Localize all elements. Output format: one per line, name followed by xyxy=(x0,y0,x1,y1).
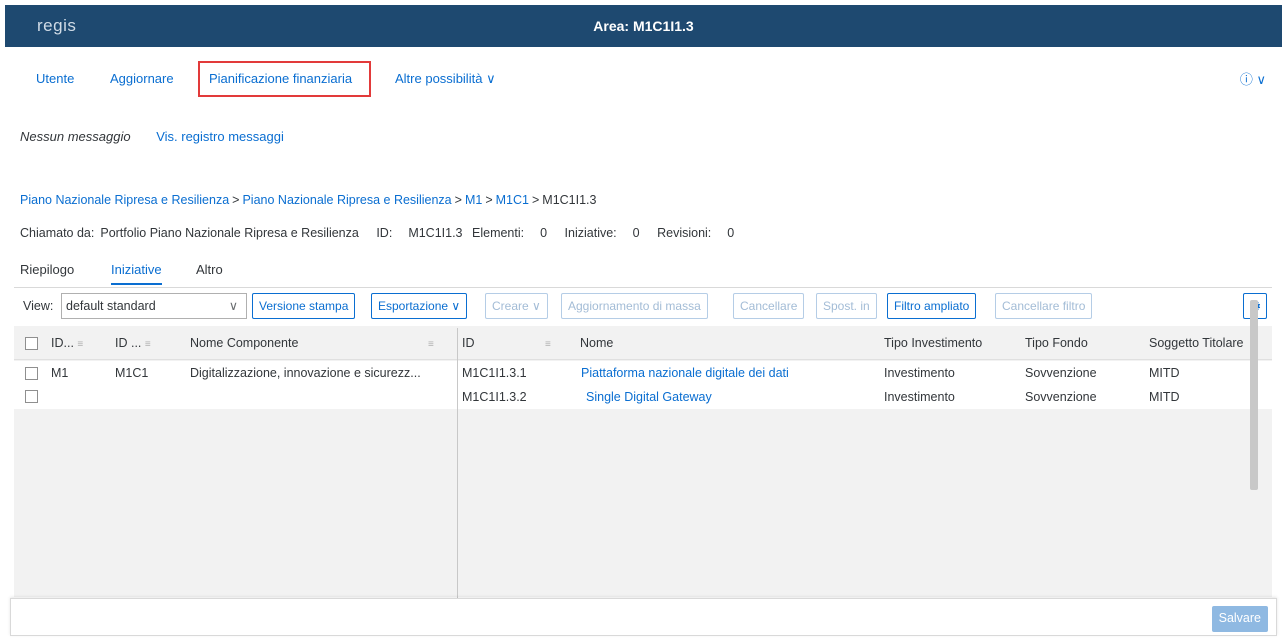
message-log-link[interactable]: Vis. registro messaggi xyxy=(156,129,284,144)
breadcrumb-item[interactable]: M1C1 xyxy=(496,193,529,207)
pane-splitter[interactable] xyxy=(457,328,458,598)
col-header-tipo-investimento[interactable]: Tipo Investimento xyxy=(884,336,982,350)
cell-id-2: M1C1 xyxy=(115,366,149,380)
sort-icon: ≡ xyxy=(545,339,551,350)
chevron-down-icon: ∨ xyxy=(1256,72,1266,87)
creare-label: Creare xyxy=(492,299,529,313)
col-header-id[interactable]: ID xyxy=(462,336,475,350)
tab-altro[interactable]: Altro xyxy=(196,262,223,277)
cell-tipo-fondo: Sovvenzione xyxy=(1025,366,1097,380)
col-header-nome-componente[interactable]: Nome Componente xyxy=(190,336,298,350)
view-label: View: xyxy=(23,299,54,313)
cancellare-button[interactable]: Cancellare xyxy=(733,293,805,319)
aggiornamento-di-massa-button[interactable]: Aggiornamento di massa xyxy=(561,293,708,319)
row-checkbox[interactable] xyxy=(25,367,38,380)
save-button[interactable]: Salvare xyxy=(1211,606,1268,632)
footer-bar: Salvare xyxy=(10,598,1277,636)
chevron-down-icon: ∨ xyxy=(451,299,461,313)
table-row[interactable]: M1 M1C1 Digitalizzazione, innovazione e … xyxy=(14,361,1272,385)
app-toolbar: Utente Aggiornare Pianificazione finanzi… xyxy=(5,47,1282,109)
aggiornare-button[interactable]: Aggiornare xyxy=(110,71,174,86)
pianificazione-finanziaria-button[interactable]: Pianificazione finanziaria xyxy=(209,71,352,86)
id-label: ID: xyxy=(376,226,393,240)
vertical-scrollbar[interactable] xyxy=(1250,300,1258,490)
select-all-checkbox[interactable] xyxy=(25,337,38,350)
esportazione-button[interactable]: Esportazione ∨ xyxy=(371,293,468,319)
initiatives-panel: View: default standard ∨ Versione stampa… xyxy=(14,287,1272,598)
cell-tipo-fondo: Sovvenzione xyxy=(1025,390,1097,404)
revisions-value: 0 xyxy=(727,226,735,240)
row-checkbox[interactable] xyxy=(25,390,38,403)
altre-possibilita-label: Altre possibilità xyxy=(395,71,483,86)
sort-icon: ≡ xyxy=(144,339,151,350)
elements-label: Elementi: xyxy=(472,226,525,240)
called-by-value: Portfolio Piano Nazionale Ripresa e Resi… xyxy=(100,226,359,240)
message-bar: Nessun messaggio Vis. registro messaggi xyxy=(20,129,284,144)
breadcrumb-item[interactable]: Piano Nazionale Ripresa e Resilienza xyxy=(20,193,229,207)
chevron-down-icon: ∨ xyxy=(228,299,238,313)
shell-bar: regis Area: M1C1I1.3 xyxy=(5,5,1282,47)
cell-tipo-investimento: Investimento xyxy=(884,390,955,404)
col-header-label: ID ... xyxy=(115,336,142,350)
utente-menu[interactable]: Utente xyxy=(36,71,74,86)
initiatives-value: 0 xyxy=(632,226,640,240)
table-header: ID... ≡ ID ... ≡ Nome Componente ≡ ID ≡ … xyxy=(14,328,1272,360)
elements-value: 0 xyxy=(540,226,548,240)
tab-riepilogo[interactable]: Riepilogo xyxy=(20,262,74,277)
cell-id-1: M1 xyxy=(51,366,69,380)
sort-icon: ≡ xyxy=(77,339,84,350)
col-header-label: ID... xyxy=(51,336,74,350)
help-menu[interactable]: ⓘ ∨ xyxy=(1240,69,1266,88)
cell-nome-link[interactable]: Single Digital Gateway xyxy=(586,390,712,404)
chevron-down-icon: ∨ xyxy=(532,299,541,313)
help-icon: ⓘ xyxy=(1239,72,1253,87)
breadcrumb-item[interactable]: Piano Nazionale Ripresa e Resilienza xyxy=(242,193,451,207)
chevron-down-icon: ∨ xyxy=(486,71,496,86)
filtro-ampliato-button[interactable]: Filtro ampliato xyxy=(887,293,977,319)
cell-soggetto-titolare: MITD xyxy=(1149,366,1180,380)
breadcrumb: Piano Nazionale Ripresa e Resilienza > Pia… xyxy=(20,193,597,207)
col-header-soggetto-titolare[interactable]: Soggetto Titolare xyxy=(1149,336,1244,350)
cell-id: M1C1I1.3.1 xyxy=(462,366,527,380)
esportazione-label: Esportazione xyxy=(378,299,449,313)
cell-nome-link[interactable]: Piattaforma nazionale digitale dei dati xyxy=(581,366,789,380)
tab-iniziative[interactable]: Iniziative xyxy=(111,262,162,285)
col-header-tipo-fondo[interactable]: Tipo Fondo xyxy=(1025,336,1088,350)
sort-icon: ≡ xyxy=(428,339,434,350)
object-info: Chiamato da: Portfolio Piano Nazionale Ri… xyxy=(20,226,748,240)
versione-stampa-button[interactable]: Versione stampa xyxy=(252,293,356,319)
creare-button[interactable]: Creare ∨ xyxy=(485,293,548,319)
col-header-nome[interactable]: Nome xyxy=(580,336,613,350)
cell-nome-componente: Digitalizzazione, innovazione e sicurezz… xyxy=(190,366,421,380)
breadcrumb-item[interactable]: M1 xyxy=(465,193,482,207)
revisions-label: Revisioni: xyxy=(657,226,712,240)
initiatives-label: Iniziative: xyxy=(564,226,617,240)
table-row[interactable]: M1C1I1.3.2 Single Digital Gateway Invest… xyxy=(14,385,1272,409)
no-messages-text: Nessun messaggio xyxy=(20,129,131,144)
altre-possibilita-menu[interactable]: Altre possibilità ∨ xyxy=(395,71,496,87)
table-toolbar: View: default standard ∨ Versione stampa… xyxy=(14,288,1272,326)
view-select[interactable]: default standard ∨ xyxy=(61,293,247,319)
cancellare-filtro-button[interactable]: Cancellare filtro xyxy=(995,293,1093,319)
id-value: M1C1I1.3 xyxy=(408,226,463,240)
sposta-in-button[interactable]: Spost. in xyxy=(816,293,877,319)
cell-tipo-investimento: Investimento xyxy=(884,366,955,380)
breadcrumb-current: M1C1I1.3 xyxy=(542,193,597,207)
cell-soggetto-titolare: MITD xyxy=(1149,390,1180,404)
col-header-id-2[interactable]: ID ... ≡ xyxy=(115,336,151,350)
view-select-value: default standard xyxy=(66,299,156,313)
page-title: Area: M1C1I1.3 xyxy=(593,18,694,34)
col-header-id-1[interactable]: ID... ≡ xyxy=(51,336,83,350)
cell-id: M1C1I1.3.2 xyxy=(462,390,527,404)
called-by-label: Chiamato da: xyxy=(20,226,95,240)
